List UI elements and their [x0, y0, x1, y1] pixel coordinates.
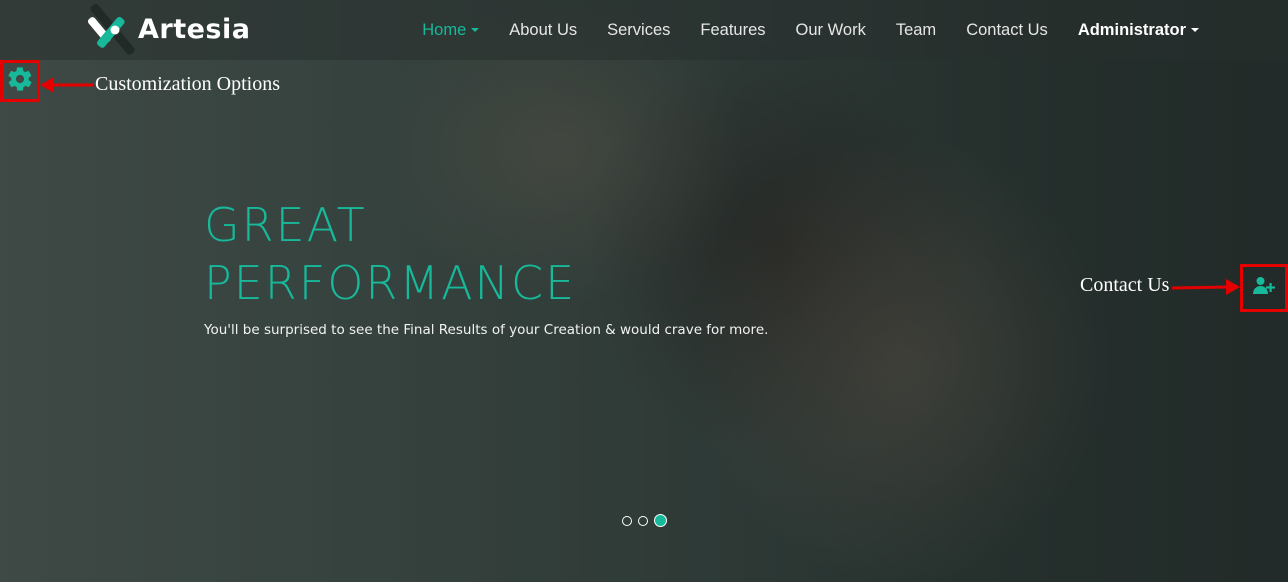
contact-us-button[interactable] — [1240, 264, 1288, 312]
nav-item-team[interactable]: Team — [881, 21, 951, 40]
nav-item-our-work[interactable]: Our Work — [781, 21, 881, 40]
nav-item-contact[interactable]: Contact Us — [951, 21, 1063, 40]
brand[interactable]: Artesia — [87, 2, 251, 56]
nav-item-services[interactable]: Services — [592, 21, 685, 40]
nav-item-label: Administrator — [1077, 20, 1186, 39]
navbar: Artesia Home About Us Services Features … — [0, 0, 1288, 60]
arrow-right-icon — [1172, 279, 1240, 295]
nav-item-administrator[interactable]: Administrator — [1063, 21, 1214, 40]
nav-item-label: About Us — [509, 20, 578, 39]
hero-title: GREAT PERFORMANCE — [204, 196, 576, 312]
slider-dot[interactable] — [638, 515, 648, 526]
customization-toggle[interactable] — [0, 60, 40, 102]
brand-name: Artesia — [138, 13, 251, 45]
chevron-down-icon — [1191, 28, 1199, 32]
nav-item-about[interactable]: About Us — [494, 21, 592, 40]
main-nav: Home About Us Services Features Our Work… — [407, 0, 1214, 60]
brand-logo-icon — [87, 2, 138, 56]
nav-item-label: Services — [607, 20, 671, 39]
slider-dot-active[interactable] — [654, 514, 667, 527]
chevron-down-icon — [471, 28, 480, 32]
user-plus-icon — [1253, 276, 1275, 300]
slider-dot[interactable] — [622, 515, 632, 526]
nav-item-home[interactable]: Home — [407, 21, 494, 40]
arrow-left-icon — [40, 77, 94, 93]
nav-item-label: Contact Us — [966, 20, 1048, 39]
nav-item-label: Features — [700, 20, 766, 39]
nav-item-label: Home — [422, 20, 467, 39]
nav-item-label: Our Work — [795, 20, 866, 39]
nav-item-features[interactable]: Features — [685, 21, 780, 40]
nav-item-label: Team — [895, 20, 937, 39]
contact-us-label: Contact Us — [1080, 274, 1170, 296]
hero-title-line-2: PERFORMANCE — [204, 256, 577, 310]
hero-title-line-1: GREAT — [204, 198, 367, 252]
gear-icon — [6, 65, 34, 97]
slider-dots — [622, 514, 673, 527]
hero-subtitle: You'll be surprised to see the Final Res… — [204, 322, 769, 338]
customization-options-label: Customization Options — [95, 73, 280, 95]
